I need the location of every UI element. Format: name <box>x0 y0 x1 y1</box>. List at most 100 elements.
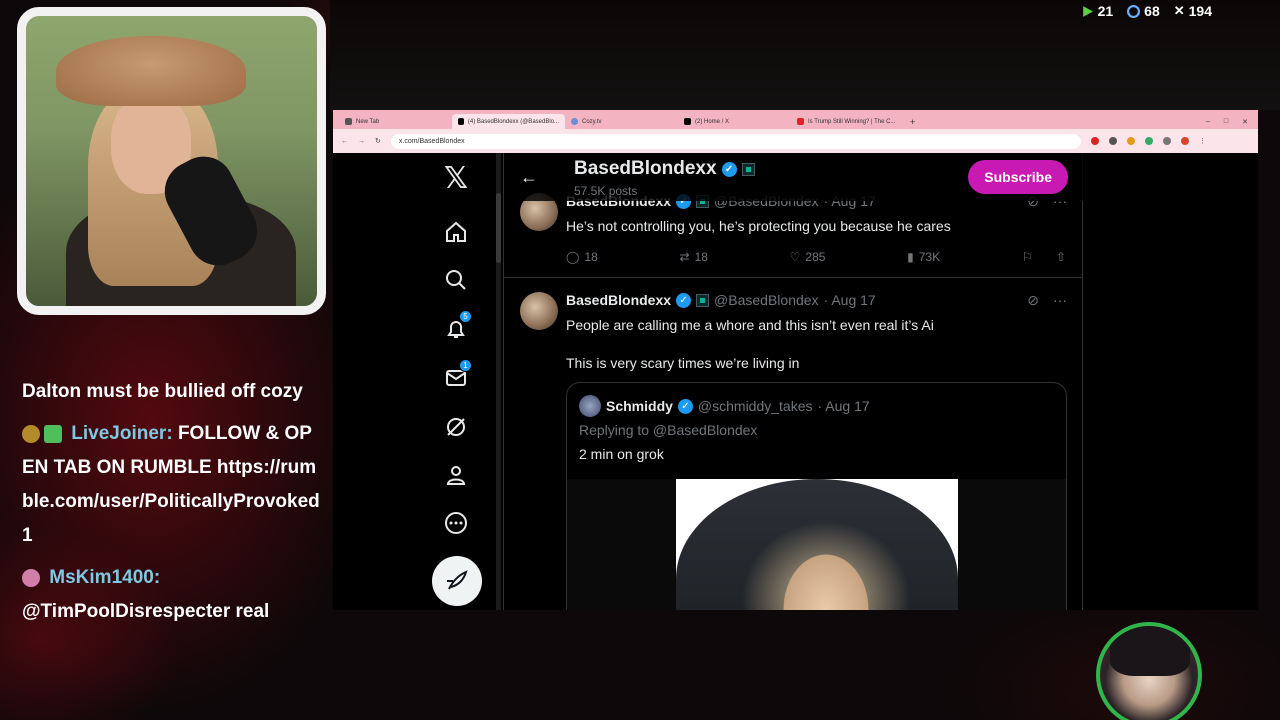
quote-media[interactable] <box>567 479 1066 610</box>
streamer-avatar <box>1096 622 1202 720</box>
profile-icon[interactable] <box>1180 137 1189 145</box>
tab-label: (4) BasedBlondexx (@BasedBlo... <box>467 118 559 125</box>
maximize-icon[interactable]: □ <box>1224 118 1228 126</box>
tweet-text: He’s not controlling you, he’s protectin… <box>566 218 951 234</box>
viewer-count: 21 <box>1097 3 1114 19</box>
photo-content <box>676 479 958 610</box>
messages-badge: 1 <box>459 359 472 372</box>
quoted-tweet[interactable]: Schmiddy ✓ @schmiddy_takes · Aug 17 Repl… <box>566 382 1067 610</box>
reply-icon: ◯ <box>566 250 580 264</box>
verified-icon: ✓ <box>677 398 693 414</box>
profile-name-text: BasedBlondexx <box>574 158 717 179</box>
search-icon[interactable] <box>428 265 484 295</box>
timeline: ← BasedBlondexx ✓ 57.5K posts Subscribe … <box>503 153 1083 610</box>
quote-author-name[interactable]: Schmiddy <box>606 398 673 414</box>
extension-icon[interactable] <box>1144 137 1153 145</box>
avatar[interactable] <box>579 395 601 417</box>
address-bar: ← → ↻ x.com/BasedBlondex ⋮ <box>333 129 1258 153</box>
more-icon[interactable] <box>428 508 484 538</box>
forward-icon[interactable]: → <box>358 138 365 145</box>
affiliate-badge-icon <box>696 293 710 307</box>
tweet-text: This is very scary times we’re living in <box>566 355 800 371</box>
notifications-icon[interactable]: 5 <box>428 310 484 344</box>
tweet-author-name[interactable]: BasedBlondexx <box>566 292 671 308</box>
verified-badge-icon <box>44 424 62 443</box>
minimize-icon[interactable]: – <box>1206 118 1210 126</box>
reply-button[interactable]: ◯ 18 <box>566 250 598 264</box>
x-page: 𝕏 5 1 ← BasedBlondexx ✓ 57.5K posts Subs… <box>333 153 1258 610</box>
like-button[interactable]: ♡ 285 <box>790 250 826 264</box>
thumbs-up-icon <box>1127 4 1141 18</box>
verified-icon: ✓ <box>721 161 737 177</box>
x-count: 194 <box>1188 3 1212 19</box>
tab-bar: New Tab (4) BasedBlondexx (@BasedBlo... … <box>333 110 1258 129</box>
tab-cozy[interactable]: Cozy.tv <box>565 114 678 129</box>
messages-icon[interactable]: 1 <box>428 359 484 393</box>
replying-to: Replying to @BasedBlondex <box>579 422 758 438</box>
back-arrow-icon[interactable]: ← <box>520 167 538 188</box>
tab-home-x[interactable]: (2) Home / X <box>678 114 791 129</box>
feather-icon <box>447 570 468 590</box>
notifications-badge: 5 <box>459 310 472 323</box>
likes-count: 68 <box>1144 3 1160 19</box>
profile-name: BasedBlondexx ✓ <box>574 158 755 180</box>
grok-icon[interactable] <box>428 412 484 442</box>
tab-label: New Tab <box>356 118 380 125</box>
home-icon[interactable] <box>428 217 484 247</box>
url-field[interactable]: x.com/BasedBlondex <box>390 133 1081 149</box>
tab-new-tab[interactable]: New Tab <box>339 114 452 129</box>
avatar[interactable] <box>520 292 558 330</box>
retweet-button[interactable]: ⇄ 18 <box>680 250 708 264</box>
x-favicon-icon <box>458 118 464 125</box>
extension-icon[interactable] <box>1108 137 1117 145</box>
chat-username[interactable]: MsKim1400: <box>49 567 160 588</box>
cozy-favicon-icon <box>571 118 578 125</box>
quote-date[interactable]: · Aug 17 <box>818 398 870 414</box>
more-options-icon[interactable]: ··· <box>1053 292 1067 309</box>
close-icon[interactable]: ✕ <box>1242 118 1248 126</box>
chat-username[interactable]: LiveJoiner: <box>71 423 172 444</box>
share-icon[interactable]: ⇧ <box>1056 250 1066 264</box>
tab-label: Is Trump Still Winning? | The C... <box>808 118 896 125</box>
right-column <box>1083 153 1258 610</box>
chat-text: Dalton must be bullied off cozy <box>22 381 303 402</box>
tweet-menu: ⊘ ··· <box>1027 292 1067 309</box>
scrollbar-thumb[interactable] <box>496 193 501 263</box>
bookmark-icon[interactable]: ⚐ <box>1022 250 1033 264</box>
quote-image[interactable] <box>676 479 958 610</box>
back-icon[interactable]: ← <box>341 138 348 145</box>
x-stat: ✕ 194 <box>1174 3 1212 19</box>
chat-message: Dalton must be bullied off cozy <box>22 375 322 409</box>
tweet-header: BasedBlondexx ✓ @BasedBlondex · Aug 17 <box>566 292 876 308</box>
grok-icon[interactable]: ⊘ <box>1027 292 1039 309</box>
tab-basedblondexx[interactable]: (4) BasedBlondexx (@BasedBlo... <box>452 114 565 129</box>
webcam-overlay <box>17 7 326 315</box>
tab-youtube[interactable]: Is Trump Still Winning? | The C... <box>791 114 904 129</box>
new-tab-plus-icon[interactable]: + <box>904 115 921 129</box>
tab-label: (2) Home / X <box>695 118 730 125</box>
tweet-date[interactable]: · Aug 17 <box>824 292 876 308</box>
compose-post-button[interactable] <box>432 556 482 606</box>
subscribe-button[interactable]: Subscribe <box>968 160 1068 194</box>
likes-stat: 68 <box>1127 3 1160 19</box>
stream-stats: 21 68 ✕ 194 <box>1081 3 1212 19</box>
x-logo-icon[interactable]: 𝕏 <box>428 161 484 196</box>
quote-header: Schmiddy ✓ @schmiddy_takes · Aug 17 <box>579 395 870 417</box>
window-controls: – □ ✕ <box>1196 115 1258 129</box>
post-count: 57.5K posts <box>574 184 638 198</box>
quote-handle[interactable]: @schmiddy_takes <box>698 398 813 414</box>
profile-icon[interactable] <box>428 460 484 490</box>
extension-icon[interactable] <box>1162 137 1171 145</box>
menu-icon[interactable]: ⋮ <box>1199 137 1206 145</box>
x-favicon-icon <box>684 118 691 125</box>
extension-icon[interactable] <box>1090 137 1099 145</box>
tweet[interactable]: BasedBlondexx ✓ @BasedBlondex · Aug 17 ⊘… <box>504 278 1083 610</box>
tweet-handle[interactable]: @BasedBlondex <box>714 292 819 308</box>
reload-icon[interactable]: ↻ <box>375 137 381 145</box>
affiliate-badge-icon <box>741 162 755 176</box>
extension-icon[interactable] <box>1126 137 1135 145</box>
profile-header: ← BasedBlondexx ✓ 57.5K posts Subscribe <box>504 153 1083 201</box>
user-badge-icon <box>22 424 40 443</box>
views-button[interactable]: ▮ 73K <box>907 250 940 264</box>
quote-text: 2 min on grok <box>579 446 664 462</box>
